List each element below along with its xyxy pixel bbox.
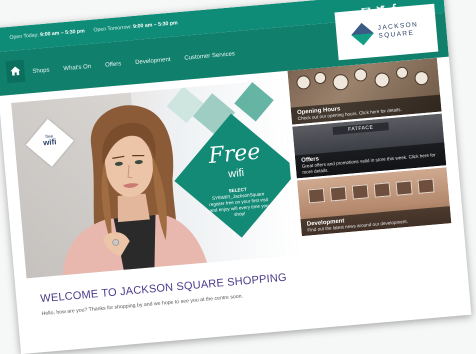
free-wifi-badge-text: free wifi xyxy=(42,133,57,148)
jackson-square-logo[interactable]: JACKSON SQUARE xyxy=(334,3,439,61)
development-tile[interactable]: Development Find out the latest news aro… xyxy=(297,167,452,237)
today-label: Open Today: xyxy=(9,32,39,41)
free-wifi-instructions: SELECT SY6WIFI_JacksonSquare register fr… xyxy=(209,186,269,217)
home-button[interactable] xyxy=(5,59,26,84)
today-value: 9:00 am – 5:30 pm xyxy=(39,28,85,39)
tomorrow-value: 9:00 am – 5:30 pm xyxy=(132,20,178,31)
tomorrow-label: Open Tomorrow: xyxy=(93,24,132,34)
logo-text: JACKSON SQUARE xyxy=(377,21,419,40)
website-screenshot: Open Today: 9:00 am – 5:30 pm Open Tomor… xyxy=(0,0,472,354)
hero-banner[interactable]: free wifi Free wifi SELECT SY6WIFI_Jacks… xyxy=(11,79,298,279)
logo-diamond-icon xyxy=(350,22,374,46)
home-icon xyxy=(10,62,22,81)
